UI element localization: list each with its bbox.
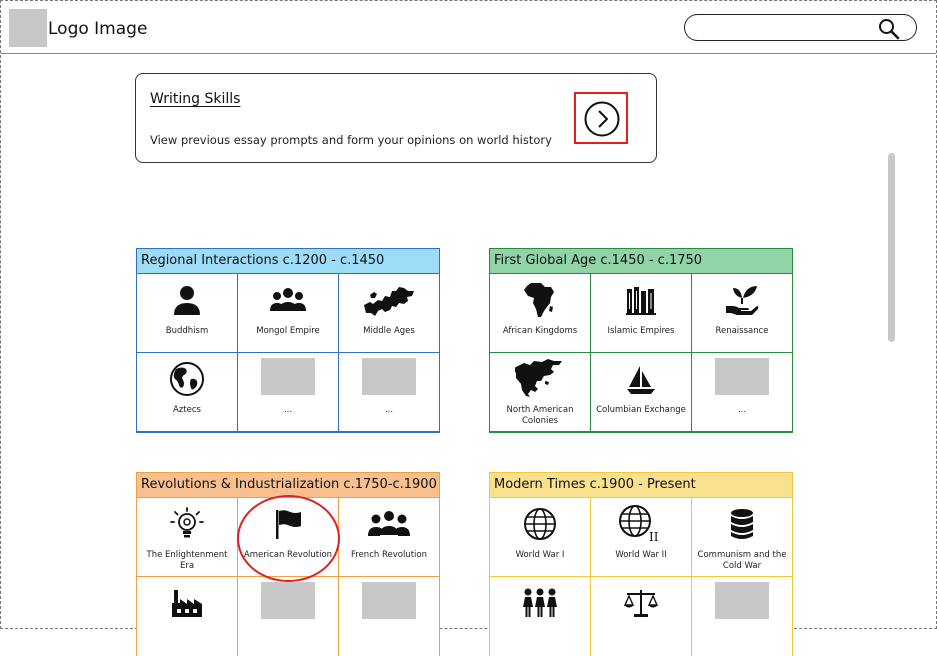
books-icon xyxy=(591,282,691,318)
sailboat-icon xyxy=(591,361,691,397)
placeholder-image-box xyxy=(715,581,769,619)
topic-tile-placeholder-4[interactable]: ... xyxy=(238,353,339,432)
topic-tile-the-enlightenment-era[interactable]: The Enlightenment Era xyxy=(137,498,238,577)
topic-tile-french-revolution[interactable]: French Revolution xyxy=(339,498,439,577)
hand-plant-icon xyxy=(692,282,792,318)
placeholder-image-box xyxy=(261,357,315,395)
topic-tile-factory[interactable] xyxy=(137,577,238,656)
crowd-icon xyxy=(339,506,439,542)
placeholder-image xyxy=(238,357,338,395)
svg-text:II: II xyxy=(649,530,659,543)
flag-icon xyxy=(238,506,338,542)
topic-tile-african-kingdoms[interactable]: African Kingdoms xyxy=(490,274,591,353)
topic-label: The Enlightenment Era xyxy=(146,550,228,571)
factory-icon xyxy=(137,585,237,621)
north-america-map-icon xyxy=(490,359,590,397)
women-group-icon xyxy=(490,585,590,621)
topic-label: Mongol Empire xyxy=(256,326,320,336)
person-icon xyxy=(137,282,237,318)
topic-tile-buddhism[interactable]: Buddhism xyxy=(137,274,238,353)
scales-icon xyxy=(591,585,691,621)
topic-label: ... xyxy=(737,405,747,415)
top-header: Logo Image xyxy=(1,1,936,54)
search-input[interactable] xyxy=(699,19,873,39)
search-icon xyxy=(879,19,900,40)
topic-label: World War I xyxy=(515,550,565,560)
writing-skills-open-button[interactable] xyxy=(574,92,628,144)
topic-label: French Revolution xyxy=(351,550,427,560)
panel-title: Revolutions & Industrialization c.1750-c… xyxy=(137,473,439,498)
lightbulb-icon xyxy=(137,506,237,542)
chevron-right-circle-icon xyxy=(584,101,620,137)
placeholder-image-box xyxy=(362,357,416,395)
topic-label: ... xyxy=(384,405,394,415)
database-icon xyxy=(692,506,792,542)
europe-map-icon xyxy=(339,282,439,318)
topic-tile-american-revolution[interactable]: American Revolution xyxy=(238,498,339,577)
topic-tile-world-war-ii[interactable]: II World War II xyxy=(591,498,692,577)
topic-tile-scales[interactable] xyxy=(591,577,692,656)
topic-label: Columbian Exchange xyxy=(596,405,686,415)
topic-tile-mongol-empire[interactable]: Mongol Empire xyxy=(238,274,339,353)
placeholder-image-box xyxy=(362,581,416,619)
writing-skills-card: Writing Skills View previous essay promp… xyxy=(135,73,657,163)
topic-tile-aztecs[interactable]: Aztecs xyxy=(137,353,238,432)
panel-title: Modern Times c.1900 - Present xyxy=(490,473,792,498)
topic-label: Middle Ages xyxy=(363,326,415,336)
topic-tile-placeholder-5[interactable]: ... xyxy=(692,353,792,432)
panel-revolutions-industrialization: Revolutions & Industrialization c.1750-c… xyxy=(136,472,440,656)
topic-tile-communism-and-the-cold-war[interactable]: Communism and the Cold War xyxy=(692,498,792,577)
placeholder-image xyxy=(339,581,439,619)
topic-tile-north-american-colonies[interactable]: North American Colonies xyxy=(490,353,591,432)
placeholder-image-box xyxy=(261,581,315,619)
topic-tile-placeholder-5[interactable]: ... xyxy=(339,353,439,432)
placeholder-image xyxy=(238,581,338,619)
africa-map-icon xyxy=(490,282,590,318)
placeholder-image-box xyxy=(715,357,769,395)
search-button[interactable] xyxy=(878,18,900,40)
placeholder-image xyxy=(692,581,792,619)
topic-tile-placeholder-5[interactable] xyxy=(339,577,439,656)
writing-skills-description: View previous essay prompts and form you… xyxy=(150,133,552,147)
search-bar xyxy=(684,14,917,41)
topic-label: Renaissance xyxy=(715,326,769,336)
logo-image[interactable] xyxy=(9,9,47,47)
topic-label: ... xyxy=(283,405,293,415)
logo-text: Logo Image xyxy=(48,19,148,39)
topic-label: World War II xyxy=(615,550,667,560)
topic-label: Islamic Empires xyxy=(607,326,675,336)
topic-tile-columbian-exchange[interactable]: Columbian Exchange xyxy=(591,353,692,432)
panel-regional-interactions: Regional Interactions c.1200 - c.1450 Bu… xyxy=(136,248,440,433)
topic-label: American Revolution xyxy=(243,550,333,560)
topic-tile-middle-ages[interactable]: Middle Ages xyxy=(339,274,439,353)
group-icon xyxy=(238,282,338,318)
globe-americas-icon xyxy=(137,361,237,397)
panel-first-global-age: First Global Age c.1450 - c.1750 African… xyxy=(489,248,793,433)
topic-tile-islamic-empires[interactable]: Islamic Empires xyxy=(591,274,692,353)
topic-tile-placeholder-4[interactable] xyxy=(238,577,339,656)
topic-tile-renaissance[interactable]: Renaissance xyxy=(692,274,792,353)
vertical-scrollbar[interactable] xyxy=(888,153,895,342)
globe-grid-ii-icon: II xyxy=(591,505,691,543)
panel-modern-times: Modern Times c.1900 - Present World War … xyxy=(489,472,793,656)
topic-tile-women-group[interactable] xyxy=(490,577,591,656)
topic-tile-world-war-i[interactable]: World War I xyxy=(490,498,591,577)
topic-label: African Kingdoms xyxy=(502,326,578,336)
placeholder-image xyxy=(339,357,439,395)
writing-skills-title: Writing Skills xyxy=(150,91,241,107)
panel-title: Regional Interactions c.1200 - c.1450 xyxy=(137,249,439,274)
topic-label: North American Colonies xyxy=(506,405,574,426)
topic-label: Communism and the Cold War xyxy=(697,550,787,571)
topic-label: Aztecs xyxy=(173,405,201,415)
panel-title: First Global Age c.1450 - c.1750 xyxy=(490,249,792,274)
topic-tile-placeholder-5[interactable] xyxy=(692,577,792,656)
placeholder-image xyxy=(692,357,792,395)
globe-grid-icon xyxy=(490,506,590,542)
topic-label: Buddhism xyxy=(165,326,209,336)
